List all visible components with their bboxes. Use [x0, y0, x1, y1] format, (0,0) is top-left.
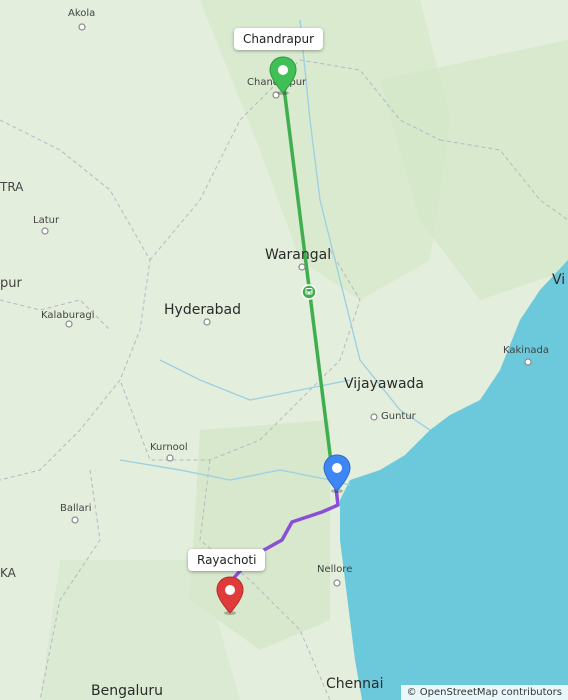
map-attribution[interactable]: © OpenStreetMap contributors	[400, 685, 568, 700]
origin-pin-icon[interactable]	[268, 56, 298, 96]
destination-callout-label: Rayachoti	[197, 553, 257, 567]
label-pur: pur	[0, 276, 22, 291]
label-kurnool: Kurnool	[150, 442, 188, 453]
destination-pin-icon[interactable]	[215, 576, 245, 616]
label-guntur: Guntur	[381, 411, 416, 422]
map-view[interactable]: Akola TRA Latur pur Kalaburagi Hyderabad…	[0, 0, 568, 700]
destination-callout[interactable]: Rayachoti	[188, 549, 266, 571]
label-vijayawada: Vijayawada	[344, 376, 424, 392]
midpoint-pin-icon[interactable]	[322, 454, 352, 494]
label-latur: Latur	[33, 215, 60, 226]
label-ka: KA	[0, 566, 16, 580]
label-nellore: Nellore	[317, 564, 353, 575]
label-kakinada: Kakinada	[503, 345, 550, 356]
label-chennai: Chennai	[326, 676, 384, 692]
label-akola: Akola	[68, 8, 96, 19]
label-kalaburagi: Kalaburagi	[41, 310, 95, 321]
label-warangal: Warangal	[265, 247, 332, 263]
label-tra: TRA	[0, 180, 24, 194]
label-hyderabad: Hyderabad	[164, 302, 241, 318]
label-vi: Vi	[552, 272, 566, 288]
label-ballari: Ballari	[60, 503, 92, 514]
map-base	[0, 0, 568, 700]
origin-callout[interactable]: Chandrapur	[234, 28, 324, 50]
origin-callout-label: Chandrapur	[243, 32, 315, 46]
label-bengaluru: Bengaluru	[91, 683, 163, 699]
train-icon	[301, 284, 317, 300]
